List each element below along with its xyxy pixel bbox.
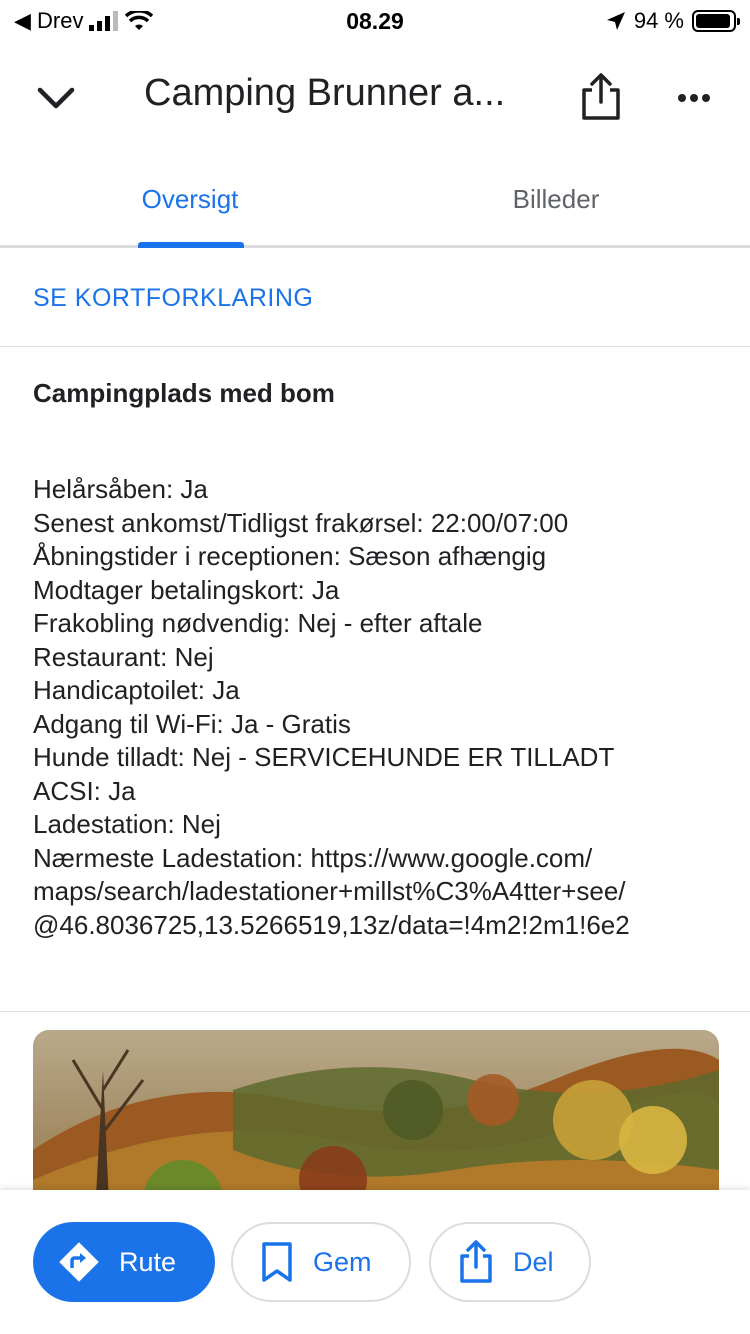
legend-row: SE KORTFORKLARING xyxy=(0,248,750,347)
tab-billeder[interactable]: Billeder xyxy=(466,184,646,215)
page-title: Camping Brunner a... xyxy=(144,72,506,114)
description-body: Helårsåben: Ja Senest ankomst/Tidligst f… xyxy=(33,473,723,942)
battery-percent: 94 % xyxy=(633,8,684,33)
save-button-label: Gem xyxy=(313,1246,372,1277)
save-button[interactable]: Gem xyxy=(231,1222,411,1302)
description-line: Modtager betalingskort: Ja xyxy=(33,574,340,605)
see-legend-link[interactable]: SE KORTFORKLARING xyxy=(33,284,313,313)
description-link-line[interactable]: maps/search/ladestationer+millst%C3%A4tt… xyxy=(33,875,723,909)
chevron-down-icon[interactable] xyxy=(32,74,80,122)
battery-icon xyxy=(692,10,740,32)
tab-bar: Oversigt Billeder xyxy=(0,160,750,248)
section-divider xyxy=(0,1011,750,1012)
description-line: Helårsåben: Ja xyxy=(33,474,208,504)
description-line: ACSI: Ja xyxy=(33,775,136,806)
status-bar: ◀ Drev 08.29 94 % xyxy=(0,0,750,42)
location-arrow-icon xyxy=(606,12,625,30)
share-icon xyxy=(460,1240,492,1283)
route-button-label: Rute xyxy=(119,1246,177,1277)
description-line: Adgang til Wi-Fi: Ja - Gratis xyxy=(33,708,351,739)
description-line: Hunde tilladt: Nej - SERVICEHUNDE ER TIL… xyxy=(33,742,615,772)
status-right: 94 % xyxy=(606,8,740,34)
description-line: Frakobling nødvendig: Nej - efter aftale xyxy=(33,608,483,638)
description-link-line[interactable]: @46.8036725,13.5266519,13z/data=!4m2!2m1… xyxy=(33,909,723,943)
route-button[interactable]: Rute xyxy=(33,1222,215,1302)
description-line: Restaurant: Nej xyxy=(33,641,214,672)
description-line: Senest ankomst/Tidligst frakørsel: 22:00… xyxy=(33,507,569,538)
directions-icon xyxy=(59,1242,99,1282)
share-button-label: Del xyxy=(513,1246,554,1277)
tab-oversigt[interactable]: Oversigt xyxy=(100,184,280,215)
more-icon[interactable] xyxy=(670,78,718,118)
action-bar: Rute Gem Del xyxy=(0,1190,750,1334)
place-description: Campingplads med bom Helårsåben: Ja Sene… xyxy=(33,378,723,942)
description-line: Handicaptoilet: Ja xyxy=(33,675,240,705)
description-line: Ladestation: Nej xyxy=(33,809,221,839)
description-heading: Campingplads med bom xyxy=(33,378,335,408)
share-icon[interactable] xyxy=(578,72,624,122)
description-line: Åbningstider i receptionen: Sæson afhæng… xyxy=(33,541,547,571)
bookmark-icon xyxy=(262,1242,292,1282)
share-button[interactable]: Del xyxy=(429,1222,591,1302)
place-header: Camping Brunner a... xyxy=(0,56,750,140)
description-link-line[interactable]: Nærmeste Ladestation: https://www.google… xyxy=(33,842,723,876)
